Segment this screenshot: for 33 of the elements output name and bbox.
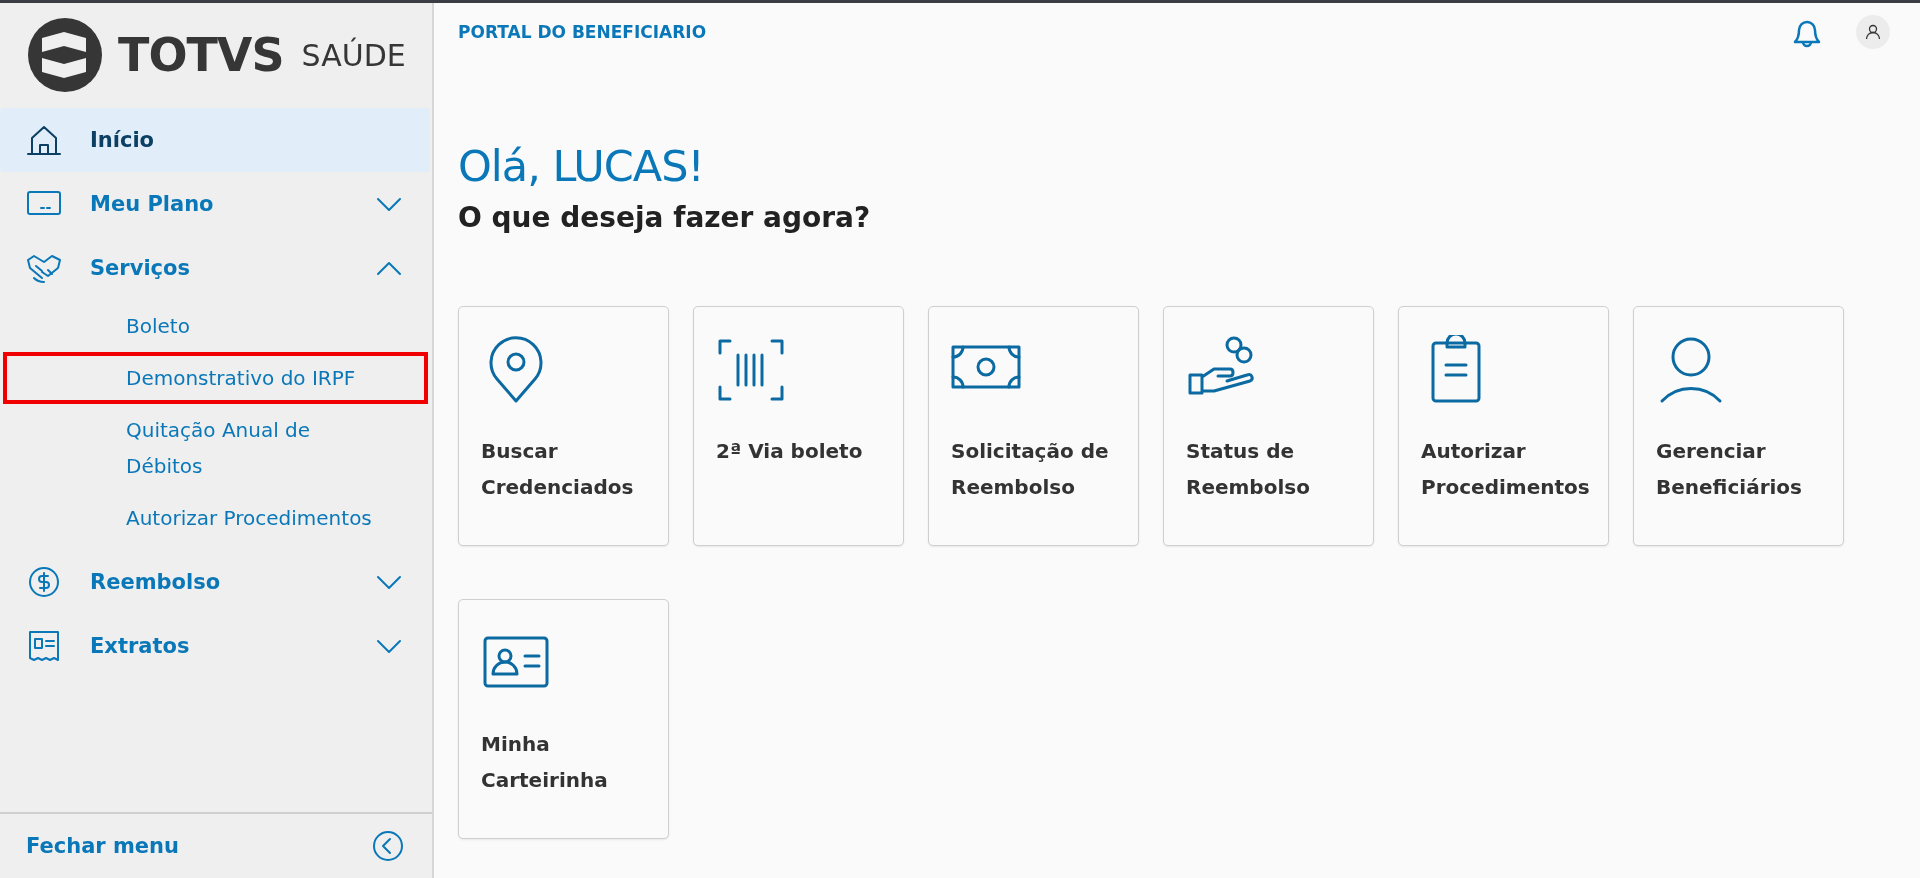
submenu-item[interactable]: Autorizar Procedimentos (3, 492, 432, 544)
submenu-item[interactable]: Demonstrativo do IRPF (3, 352, 428, 404)
menu-item[interactable]: Meu Plano (0, 172, 430, 236)
greeting: Olá, LUCAS! (458, 141, 705, 191)
chevron-down-icon[interactable] (376, 638, 402, 654)
shortcut-card[interactable]: Buscar Credenciados (458, 306, 669, 546)
receipt-icon (26, 630, 62, 662)
shortcut-card[interactable]: Minha Carteirinha (458, 599, 669, 839)
user-avatar[interactable] (1856, 15, 1890, 49)
portal-title: PORTAL DO BENEFICIARIO (458, 22, 708, 42)
shortcut-card[interactable]: Gerenciar Beneficiários (1633, 306, 1844, 546)
brand-name: TOTVS (118, 28, 284, 82)
logo-icon (26, 16, 104, 94)
dollar-icon (26, 566, 62, 598)
menu-item[interactable]: Serviços (0, 236, 430, 300)
handshake-icon (26, 252, 62, 284)
close-menu-link[interactable]: Fechar menu (26, 834, 179, 858)
shortcut-card[interactable]: Autorizar Procedimentos (1398, 306, 1609, 546)
menu-item[interactable]: Início (0, 108, 430, 172)
menu-item[interactable]: Extratos (0, 614, 430, 678)
chevron-up-icon[interactable] (376, 260, 402, 276)
chevron-down-icon[interactable] (376, 196, 402, 212)
collapse-icon[interactable] (372, 830, 404, 862)
home-icon (26, 124, 62, 156)
menu-item[interactable]: Reembolso (0, 550, 430, 614)
shortcut-card[interactable]: 2ª Via boleto (693, 306, 904, 546)
chevron-down-icon[interactable] (376, 574, 402, 590)
shortcut-card[interactable]: Solicitação de Reembolso (928, 306, 1139, 546)
submenu-item[interactable]: Boleto (3, 300, 432, 352)
subtitle: O que deseja fazer agora? (458, 201, 872, 234)
submenu-item[interactable]: Quitação Anual de Débitos (3, 404, 432, 492)
shortcut-card[interactable]: Status de Reembolso (1163, 306, 1374, 546)
product-name: SAÚDE (301, 37, 406, 73)
